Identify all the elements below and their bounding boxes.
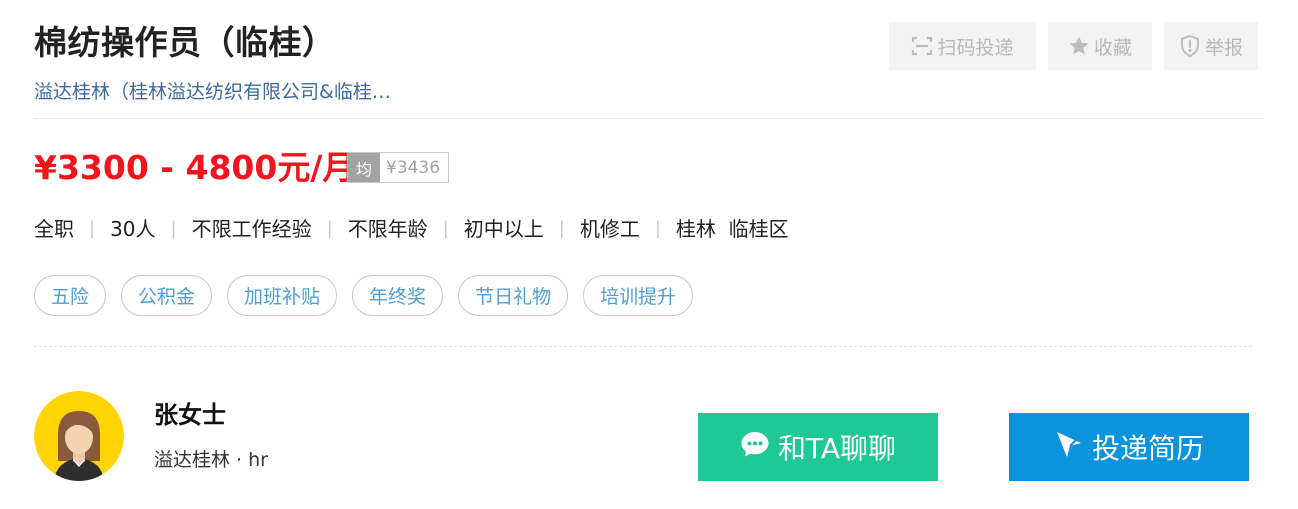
meta-separator: |: [654, 218, 661, 239]
meta-item: 初中以上: [463, 217, 544, 241]
benefit-tags: 五险 公积金 加班补贴 年终奖 节日礼物 培训提升: [34, 275, 694, 316]
benefit-tag: 加班补贴: [227, 275, 338, 316]
header-divider: [34, 118, 1264, 119]
meta-separator: |: [558, 218, 565, 239]
section-divider: [34, 346, 1252, 347]
average-value: ¥3436: [386, 157, 441, 178]
benefit-tag: 公积金: [121, 275, 213, 316]
meta-separator: |: [442, 218, 449, 239]
chat-bubble-icon: [740, 430, 770, 465]
meta-item: 桂林 临桂区: [675, 217, 789, 241]
star-icon: [1068, 35, 1090, 57]
meta-item: 不限年龄: [347, 217, 428, 241]
scan-icon: [911, 35, 933, 57]
salary-range: ¥3300 - 4800元/月: [34, 148, 356, 187]
chat-button-label: 和TA聊聊: [777, 432, 897, 465]
average-label: 均: [348, 153, 380, 182]
scan-apply-label: 扫码投递: [937, 36, 1014, 59]
favorite-label: 收藏: [1093, 36, 1132, 59]
meta-item: 不限工作经验: [191, 217, 312, 241]
paper-plane-icon: [1054, 429, 1084, 466]
recruiter-name: 张女士: [154, 401, 226, 429]
chat-button[interactable]: 和TA聊聊: [698, 413, 938, 481]
recruiter-company: 溢达桂林 · hr: [154, 449, 268, 471]
average-salary-badge: 均 ¥3436: [347, 152, 450, 183]
apply-resume-button[interactable]: 投递简历: [1009, 413, 1249, 481]
meta-separator: |: [89, 218, 96, 239]
meta-separator: |: [170, 218, 177, 239]
apply-button-label: 投递简历: [1091, 432, 1204, 465]
meta-separator: |: [326, 218, 333, 239]
job-title: 棉纺操作员（临桂）: [34, 23, 336, 62]
shield-alert-icon: [1179, 34, 1201, 58]
favorite-button[interactable]: 收藏: [1048, 22, 1152, 70]
meta-item: 30人: [110, 217, 156, 241]
meta-item: 全职: [34, 217, 74, 241]
top-actions: 扫码投递 收藏 举报: [889, 22, 1258, 70]
scan-apply-button[interactable]: 扫码投递: [889, 22, 1036, 70]
company-link[interactable]: 溢达桂林（桂林溢达纺织有限公司&临桂…: [34, 78, 391, 106]
report-button[interactable]: 举报: [1164, 22, 1258, 70]
benefit-tag: 培训提升: [583, 275, 694, 316]
recruiter-avatar: [34, 391, 124, 481]
benefit-tag: 节日礼物: [458, 275, 569, 316]
benefit-tag: 五险: [34, 275, 107, 316]
benefit-tag: 年终奖: [352, 275, 444, 316]
meta-item: 机修工: [579, 217, 640, 241]
report-label: 举报: [1204, 36, 1243, 59]
job-meta: 全职 | 30人 | 不限工作经验 | 不限年龄 | 初中以上 | 机修工 | 桂林 临桂区: [34, 214, 789, 244]
